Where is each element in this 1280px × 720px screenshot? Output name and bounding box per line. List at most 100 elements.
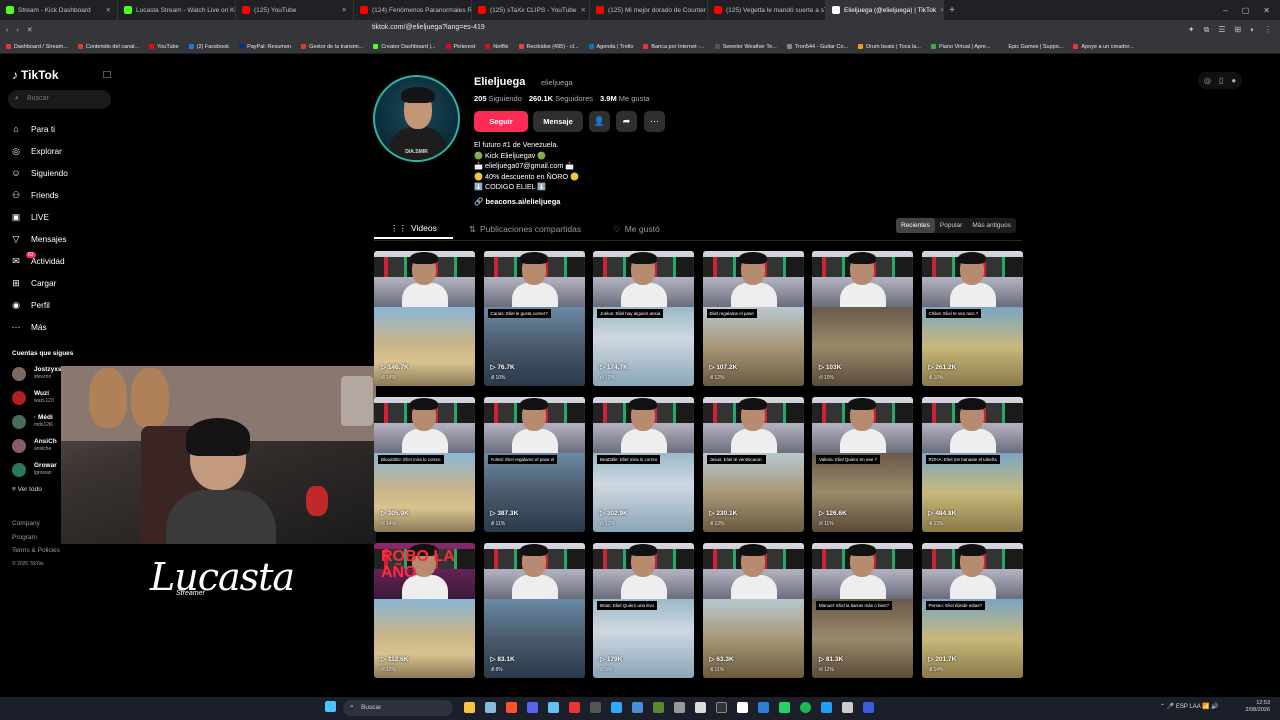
taskbar-apps[interactable] <box>464 702 874 713</box>
bookmark-item[interactable]: Apoye a un creador... <box>1073 44 1134 50</box>
bookmark-item[interactable]: Contenido del canal... <box>77 44 139 50</box>
share-icon[interactable]: ➦ <box>616 111 637 132</box>
video-card[interactable]: Blood3tile: Eliel mira lo correo ▷ 305.9K… <box>374 397 475 532</box>
tab-liked[interactable]: ♡ Me gustó <box>597 219 676 239</box>
bookmark-item[interactable]: Drum beats | Toca la... <box>858 44 921 50</box>
sidebar-item-explorar[interactable]: ◎ Explorar <box>10 140 110 162</box>
header-actions[interactable]: ◎ ▯ ● <box>1198 72 1243 89</box>
footer-program[interactable]: Program <box>12 531 60 545</box>
sidebar-item-mensajes[interactable]: ▽ Mensajes <box>10 228 110 250</box>
video-card[interactable]: ▷ 146.7K ıll 14% <box>374 251 475 386</box>
sidebar-item-perfil[interactable]: ◉ Perfil <box>10 294 110 316</box>
bookmark-item[interactable]: Dashboard / Stream... <box>6 44 68 50</box>
video-card[interactable]: Jesus: Eliel te ventiscaron. ▷ 230.1K ıll … <box>702 397 804 532</box>
clock[interactable]: 12:53 2/08/2026 <box>1246 700 1270 714</box>
sort-popular[interactable]: Popular <box>935 218 967 233</box>
video-card[interactable]: Eliel regalame el pase ▷ 107.2K ıll 12% <box>702 251 804 386</box>
video-card[interactable]: ROBO LA AÑO ▷ 112.6K ıll 12% <box>374 543 475 678</box>
close-tab-icon[interactable]: ✕ <box>106 6 111 14</box>
sidebar-item-más[interactable]: ⋯ Más <box>10 316 110 338</box>
collapse-sidebar-icon[interactable] <box>103 71 111 78</box>
browser-tab[interactable]: (125) YouTube ✕ <box>236 0 354 20</box>
copyright: © 2026 TikTok <box>12 560 44 567</box>
windows-start-icon[interactable] <box>325 701 336 712</box>
video-card[interactable]: ▷ 103K ıll 10% <box>812 251 913 386</box>
video-card[interactable]: Chikis: Eliel te veo raro ? ▷ 261.2K ıll 1… <box>921 251 1023 386</box>
browser-tab[interactable]: (125) Mi mejor dorado de Counter St✕ <box>590 0 708 20</box>
profile-bio: El futuro #1 de Venezuela. 🟢 Kick Elielj… <box>474 140 579 192</box>
video-card[interactable]: ROHA: Eliel me banaste el tokeña ▷ 484.8K… <box>921 397 1023 532</box>
close-tab-icon[interactable]: ✕ <box>580 6 585 14</box>
more-options-icon[interactable]: ⋯ <box>644 111 665 132</box>
bookmark-item[interactable]: Piano Virtual | Apre... <box>930 44 990 50</box>
bookmark-item[interactable]: (2) Facebook <box>188 44 229 50</box>
browser-tab[interactable]: (125) sTaXx CLIPS - YouTube ✕ <box>472 0 590 20</box>
video-card[interactable]: Yulest: Eliel regalame el pase el ▷ 387.3… <box>483 397 585 532</box>
bookmark-item[interactable]: Pinterest <box>445 44 475 50</box>
sidebar-item-live[interactable]: ▣ LIVE <box>10 206 110 228</box>
video-card[interactable]: ▷ 63.3K ıll 11% <box>702 543 804 678</box>
bookmark-item[interactable]: Gestor de la transmi... <box>301 44 363 50</box>
maximize-button[interactable]: ▢ <box>1242 6 1250 15</box>
video-thumbnail-top <box>812 251 913 309</box>
browser-tab[interactable]: Lucasta Stream - Watch Live on Kick✕ <box>118 0 236 20</box>
sidebar-item-siguiendo[interactable]: ☺ Siguiendo <box>10 162 110 184</box>
sidebar-item-cargar[interactable]: ⊞ Cargar <box>10 272 110 294</box>
profile-avatar[interactable]: DIA.SMIR <box>373 75 460 162</box>
bookmark-item[interactable]: Sweeter Weather Te... <box>714 44 777 50</box>
close-window-button[interactable]: ✕ <box>1263 6 1270 15</box>
profile-link[interactable]: 🔗 beacons.ai/elieljuega <box>474 197 560 206</box>
video-card[interactable]: Perseo: Eliel dónde estas? ▷ 201.7K ıll 14… <box>921 543 1023 678</box>
bookmark-item[interactable]: Creator Dashboard |... <box>373 44 436 50</box>
follow-button[interactable]: Seguir <box>474 111 528 132</box>
bookmark-item[interactable]: PayPal: Resumen <box>239 44 291 50</box>
bookmark-item[interactable]: Agenda | Trello <box>588 44 633 50</box>
bookmark-item[interactable]: YouTube <box>149 44 179 50</box>
bookmark-item[interactable]: Recibidos (495) - cl... <box>518 44 579 50</box>
sidebar-item-friends[interactable]: ⚇ Friends <box>10 184 110 206</box>
browser-tab[interactable]: Stream - Kick Dashboard ✕ <box>0 0 118 20</box>
sort-recent[interactable]: Recientes <box>896 218 935 233</box>
followers-stat[interactable]: 260.1K Seguidores <box>529 94 593 103</box>
message-button[interactable]: Mensaje <box>533 111 583 132</box>
video-card[interactable]: Brian: Eliel Quiero una Evo ▷ 179K ıll 9% <box>593 543 694 678</box>
suggest-account-icon[interactable]: 👤 <box>589 111 610 132</box>
browser-tab[interactable]: Elieljuega (@elieljuega) | TikTok✕ <box>826 0 944 20</box>
see-all-link[interactable]: ≡ Ver todo <box>12 486 42 493</box>
tiktok-logo[interactable]: ♪ TikTok <box>12 68 59 82</box>
repost-icon: ⇅ <box>468 223 476 234</box>
tray-icons[interactable]: ⌃ 🎤 ESP LAA 📶 🔊 <box>1160 703 1219 710</box>
tab-videos[interactable]: ⋮⋮ Videos <box>374 219 453 239</box>
sidebar-item-para-ti[interactable]: ⌂ Para ti <box>10 118 110 140</box>
bookmark-item[interactable]: Tron544 - Guitar Co... <box>786 44 848 50</box>
sidebar-item-actividad[interactable]: ✉ Actividad 52 <box>10 250 110 272</box>
back-icon[interactable]: ‹ <box>6 27 8 34</box>
forward-icon[interactable]: › <box>16 27 18 34</box>
minimize-button[interactable]: – <box>1223 6 1227 15</box>
reload-icon[interactable]: ✕ <box>27 26 33 34</box>
url-field[interactable]: tiktok.com/@elieljuega?lang=es-419 <box>372 24 485 31</box>
new-tab-button[interactable]: + <box>944 5 960 16</box>
video-card[interactable]: Joelos: Eliel hay alguien ansia ▷ 174.7K ı… <box>593 251 694 386</box>
bookmark-item[interactable]: Netflix <box>485 44 509 50</box>
footer-terms[interactable]: Terms & Policies <box>12 544 60 558</box>
following-stat[interactable]: 205 Siguiendo <box>474 94 522 103</box>
bookmark-item[interactable]: Banca por Internet -... <box>643 44 705 50</box>
video-card[interactable]: Carias: Eliel le gusta comer? ▷ 76.7K ıll … <box>483 251 585 386</box>
taskbar-search[interactable]: ⌕ Buscar <box>343 700 453 716</box>
browser-extension-icons[interactable]: ✦ ⧉ ☰ ⊞ ◐ ⋮ <box>1188 25 1272 35</box>
tab-reposts[interactable]: ⇅ Publicaciones compartidas <box>453 219 597 239</box>
sort-oldest[interactable]: Más antiguos <box>967 218 1016 233</box>
video-card[interactable]: Beat3tile: Eliel mira lo correo ▷ 302.9K ı… <box>593 397 694 532</box>
close-tab-icon[interactable]: ✕ <box>342 6 347 14</box>
search-input[interactable]: ⌕ Buscar <box>8 90 111 109</box>
footer-company[interactable]: Company <box>12 517 60 531</box>
video-card[interactable]: ▷ 83.1K ıll 8% <box>483 543 585 678</box>
browser-tab[interactable]: (124) Fenómenos Paranormales Real✕ <box>354 0 472 20</box>
browser-tab[interactable]: (125) Vegetta le mandó suerte a sTa✕ <box>708 0 826 20</box>
likes-stat: 3.9M Me gusta <box>600 94 650 103</box>
video-card[interactable]: Manuel: Eliel la tiarras más o bien? ▷ 81… <box>812 543 913 678</box>
video-card[interactable]: Valeria: Eliel Quiero en ese ? ▷ 126.6K ıl… <box>812 397 913 532</box>
bookmark-item[interactable]: Epic Games | Suppo... <box>1000 44 1063 50</box>
video-engagement: ıll 8% <box>490 667 503 673</box>
